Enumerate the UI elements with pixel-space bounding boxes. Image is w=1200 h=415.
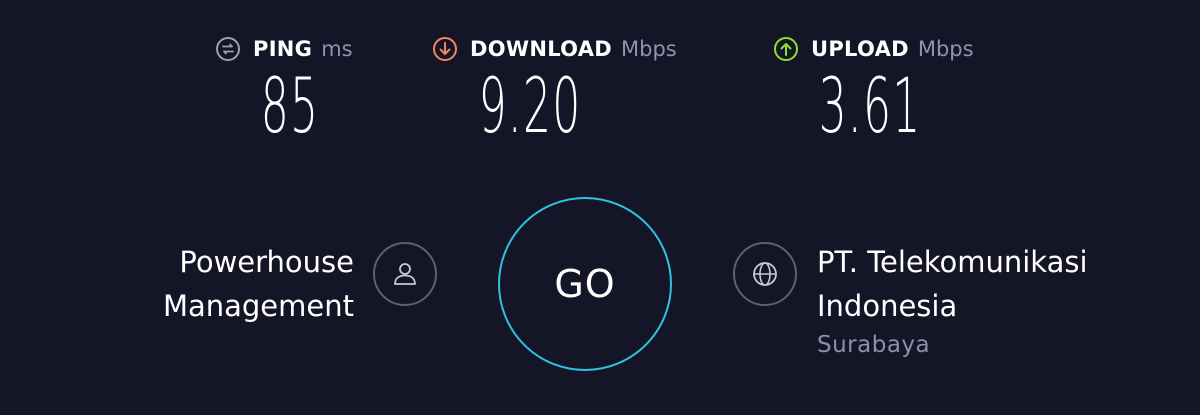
server-info[interactable]: PT. Telekomunikasi Indonesia Surabaya [817,240,1088,358]
user-glyph [394,263,416,285]
server-name-line1: PT. Telekomunikasi [817,245,1088,279]
server-location: Surabaya [817,332,931,358]
globe-icon[interactable] [733,242,797,306]
ping-header: PING ms [215,34,353,64]
download-header: DOWNLOAD Mbps [432,34,677,64]
user-icon[interactable] [373,242,437,306]
ping-unit: ms [321,37,353,61]
download-unit: Mbps [621,37,677,61]
upload-header: UPLOAD Mbps [773,34,974,64]
upload-icon [774,37,798,61]
go-button-label: GO [554,262,616,306]
provider-name-line1: Powerhouse [179,245,354,279]
provider-name[interactable]: Powerhouse Management [163,240,354,328]
ping-value: 85 [260,61,320,150]
download-label: DOWNLOAD [470,37,613,61]
ping-icon [216,37,240,61]
download-icon [433,37,457,61]
go-button[interactable]: GO [498,197,672,371]
globe-glyph [753,262,777,286]
server-name-line2: Indonesia [817,289,958,323]
server-name: PT. Telekomunikasi Indonesia [817,240,1088,328]
download-value: 9.20 [478,61,582,150]
upload-label: UPLOAD [811,37,909,61]
upload-value: 3.61 [818,61,922,150]
provider-name-line2: Management [162,289,354,323]
upload-unit: Mbps [917,37,974,61]
ping-label: PING [253,37,313,61]
